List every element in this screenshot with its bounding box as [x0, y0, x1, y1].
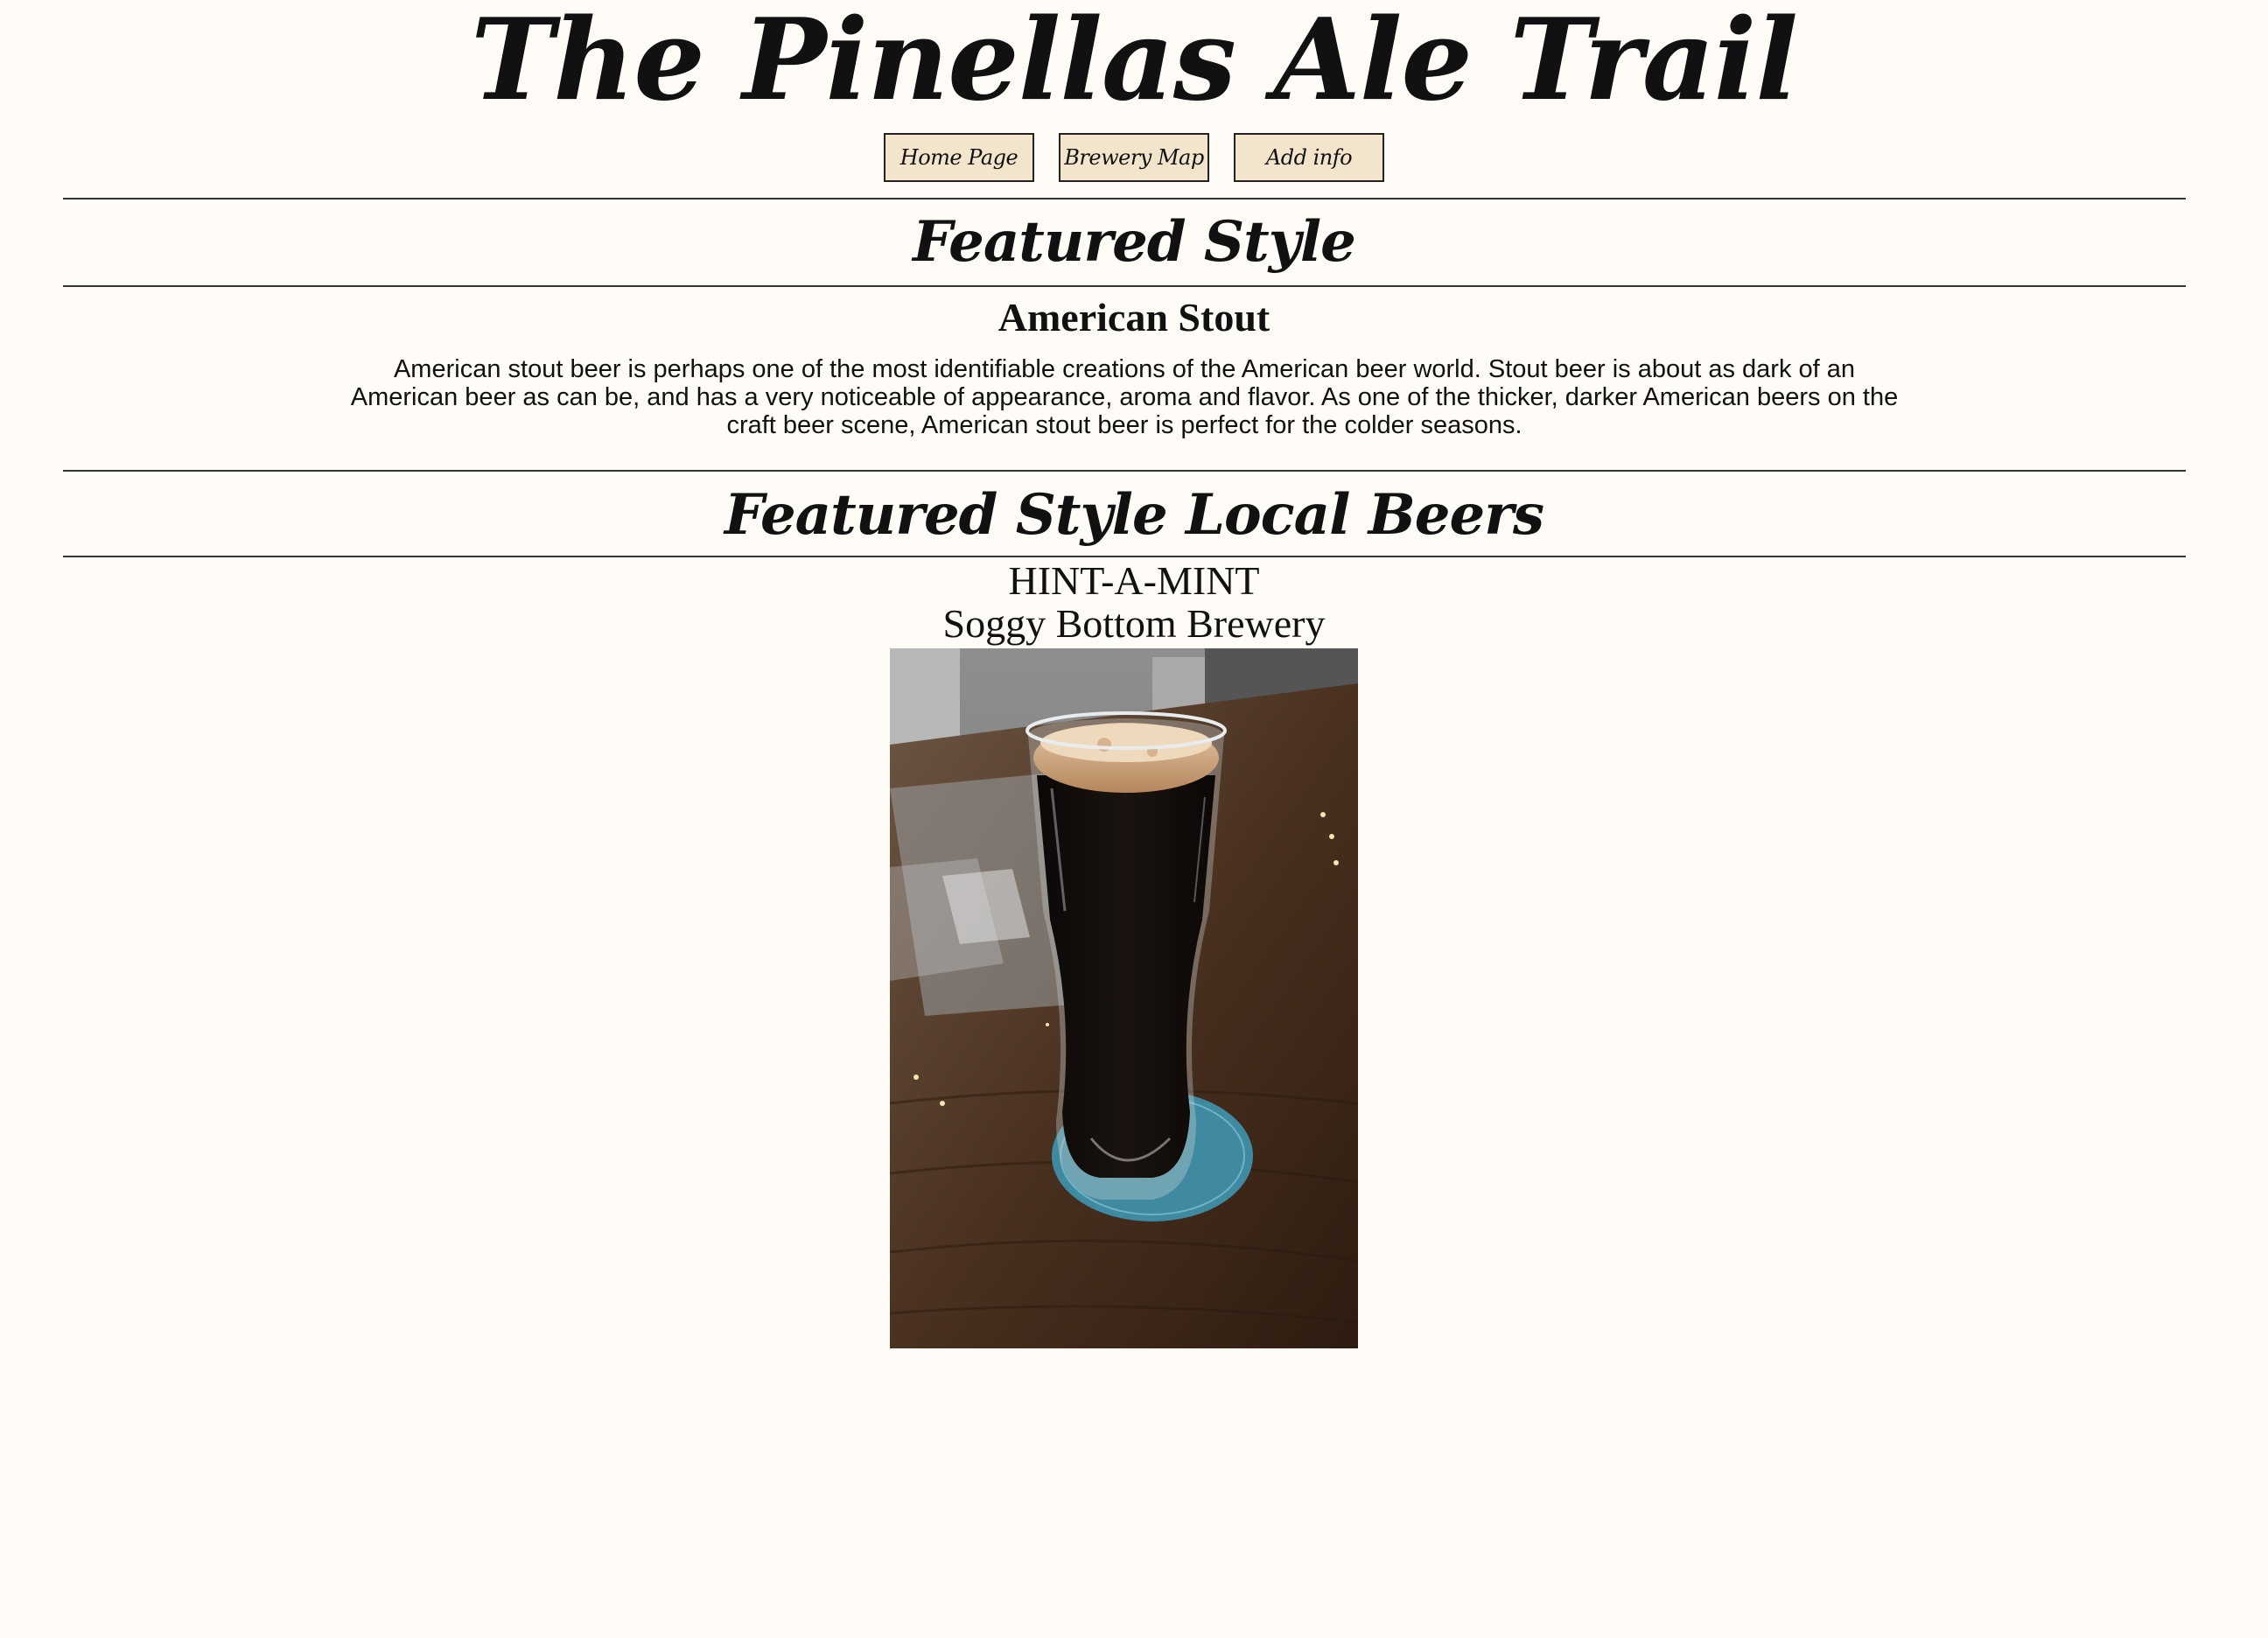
style-description: American stout beer is perhaps one of th… [350, 355, 1899, 439]
divider [63, 285, 2186, 287]
site-title: The Pinellas Ale Trail [471, 0, 1798, 126]
local-beers-heading: Featured Style Local Beers [724, 482, 1544, 548]
brewery-map-button[interactable]: Brewery Map [1059, 133, 1209, 182]
add-info-button[interactable]: Add info [1234, 133, 1384, 182]
divider [63, 198, 2186, 200]
beer-name: HINT-A-MINT [1008, 558, 1260, 603]
style-name: American Stout [998, 295, 1270, 340]
brewery-name: Soggy Bottom Brewery [942, 601, 1326, 646]
main-nav: Home Page Brewery Map Add info [0, 133, 2268, 182]
featured-style-heading: Featured Style [913, 209, 1356, 275]
home-page-button[interactable]: Home Page [884, 133, 1034, 182]
beer-photo [890, 648, 1358, 1348]
divider [63, 470, 2186, 472]
